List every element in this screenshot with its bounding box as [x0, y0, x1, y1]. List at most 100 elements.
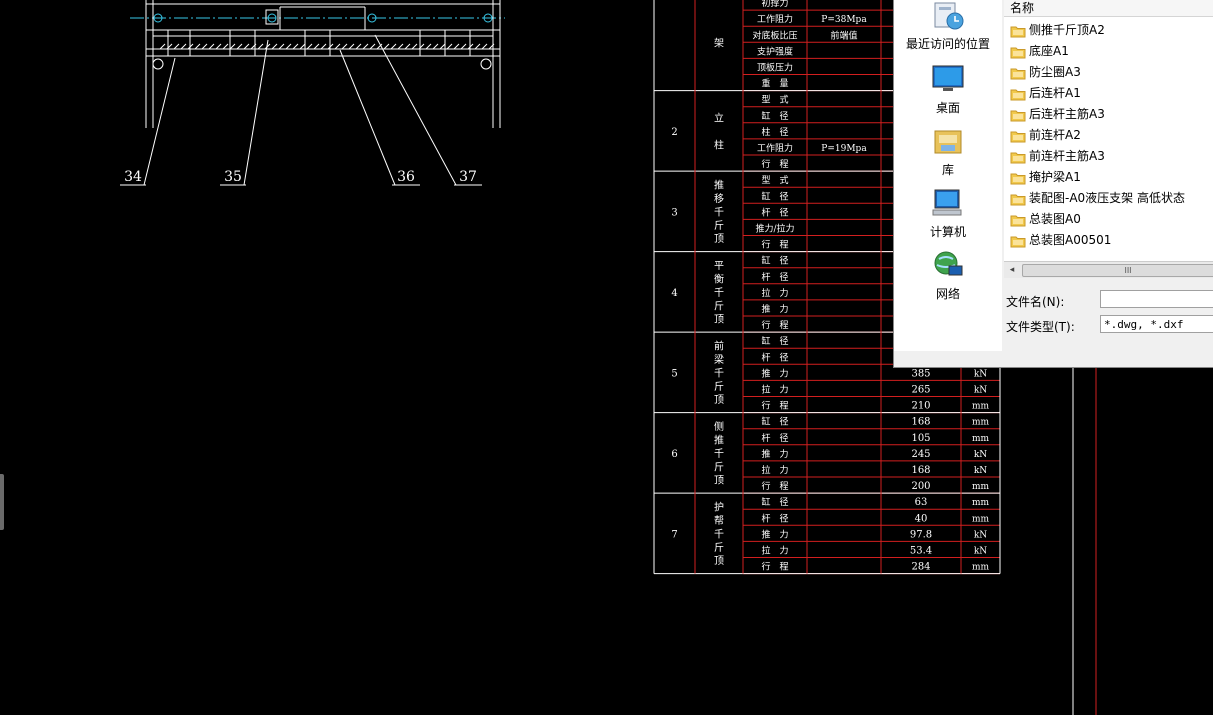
- place-network-label: 网络: [935, 287, 960, 301]
- hatch-line: [180, 43, 187, 50]
- file-item-label: 防尘圈A3: [1029, 65, 1081, 79]
- file-list[interactable]: 名称 侧推千斤顶A2 底座A1 防尘圈A3 后连杆A1 后连杆主筋A3 前连杆A2 前连杆主…: [1004, 0, 1213, 261]
- scroll-thumb[interactable]: III: [1022, 264, 1213, 277]
- place-computer-label: 计算机: [929, 225, 966, 239]
- hatch-line: [481, 43, 488, 50]
- balloon-number: 37: [459, 169, 477, 185]
- place-libraries[interactable]: 库: [894, 125, 1002, 178]
- side-panel-tab[interactable]: [0, 474, 4, 530]
- place-computer[interactable]: 计算机: [894, 187, 1002, 240]
- hatch-line: [201, 43, 208, 50]
- balloon-number: 34: [124, 169, 142, 185]
- group-label-cell: 斤: [714, 300, 724, 312]
- horizontal-scrollbar[interactable]: ◂ III: [1004, 261, 1213, 278]
- param-name-cell: 柱 径: [761, 126, 788, 138]
- file-item-label: 后连杆主筋A3: [1029, 107, 1105, 121]
- param-value-cell: 200: [911, 481, 930, 492]
- file-item[interactable]: 前连杆主筋A3: [1010, 146, 1105, 166]
- param-name-cell: 行 程: [761, 319, 788, 331]
- file-item[interactable]: 后连杆A1: [1010, 83, 1081, 103]
- group-label-cell: 衡: [714, 273, 724, 285]
- group-label-cell: 斤: [714, 461, 724, 473]
- balloon-number: 36: [397, 169, 415, 185]
- hole-circle: [152, 58, 164, 70]
- param-name-cell: 对底板比压: [752, 29, 797, 41]
- hatch-line: [285, 43, 292, 50]
- group-label-cell: 推: [714, 433, 724, 446]
- folder-icon: [1010, 236, 1026, 247]
- group-label-cell: 移: [714, 192, 724, 205]
- libraries-icon: [934, 130, 962, 154]
- group-label-cell: 前: [714, 340, 724, 353]
- param-name-cell: 缸 径: [761, 335, 788, 347]
- filetype-select[interactable]: *.dwg, *.dxf: [1100, 315, 1213, 333]
- file-item[interactable]: 底座A1: [1010, 41, 1069, 61]
- param-value-cell: 385: [911, 368, 930, 379]
- open-file-dialog: 最近访问的位置 桌面 库 计算机 网络 名称 侧推千斤顶A2 底座A1 防尘圈A…: [893, 0, 1213, 368]
- group-label-cell: 柱: [714, 138, 724, 151]
- group-label-cell: 顶: [714, 555, 724, 567]
- file-item-label: 前连杆A2: [1029, 128, 1081, 142]
- param-name-cell: 拉 力: [761, 287, 788, 299]
- hatch-line: [320, 43, 327, 50]
- hatch-line: [425, 43, 432, 50]
- hatch-line: [404, 43, 411, 50]
- group-label-cell: 帮: [714, 515, 724, 527]
- file-item-label: 总装图A0: [1029, 212, 1081, 226]
- file-item[interactable]: 装配图-A0液压支架 高低状态: [1010, 188, 1185, 208]
- file-item-label: 掩护梁A1: [1029, 170, 1081, 184]
- file-item[interactable]: 前连杆A2: [1010, 125, 1081, 145]
- file-item[interactable]: 总装图A0: [1010, 209, 1081, 229]
- hatch-line: [355, 43, 362, 50]
- param-name-cell: 杆 径: [761, 271, 788, 283]
- param-value-cell: 53.4: [910, 545, 932, 556]
- param-value-cell: 284: [911, 562, 930, 573]
- hatch-line: [446, 43, 453, 50]
- file-item[interactable]: 总装图A00501: [1010, 230, 1111, 250]
- file-item-label: 侧推千斤顶A2: [1029, 23, 1105, 37]
- hatch-line: [397, 43, 404, 50]
- hatch-line: [453, 43, 460, 50]
- param-name-cell: 拉 力: [761, 544, 788, 556]
- file-item[interactable]: 掩护梁A1: [1010, 167, 1081, 187]
- hatch-line: [292, 43, 299, 50]
- group-label-cell: 千: [714, 287, 724, 299]
- param-value-cell: 97.8: [910, 529, 932, 540]
- param-unit-cell: kN: [974, 530, 987, 540]
- scroll-left-arrow-icon[interactable]: ◂: [1006, 262, 1018, 278]
- group-label-cell: 斤: [714, 381, 724, 393]
- file-item[interactable]: 防尘圈A3: [1010, 62, 1081, 82]
- file-item[interactable]: 后连杆主筋A3: [1010, 104, 1105, 124]
- group-label-cell: 立: [714, 111, 724, 124]
- place-recent[interactable]: 最近访问的位置: [894, 0, 1002, 52]
- group-label-cell: 千: [714, 448, 724, 460]
- file-item[interactable]: 侧推千斤顶A2: [1010, 20, 1105, 40]
- computer-icon: [932, 189, 962, 216]
- hatch-line: [306, 43, 313, 50]
- group-label-cell: 千: [714, 206, 724, 218]
- hatch-line: [460, 43, 467, 50]
- filename-input[interactable]: [1100, 290, 1213, 308]
- hatch-line: [236, 43, 243, 50]
- param-name-cell: 推 力: [761, 448, 788, 460]
- param-value-cell: 210: [911, 401, 930, 412]
- hatch-line: [390, 43, 397, 50]
- group-label-cell: 斤: [714, 220, 724, 232]
- place-network[interactable]: 网络: [894, 249, 1002, 302]
- hatch-line: [271, 43, 278, 50]
- group-label-cell: 顶: [714, 475, 724, 487]
- place-desktop[interactable]: 桌面: [894, 63, 1002, 116]
- param-name-cell: 工作阻力: [757, 142, 793, 154]
- places-bar: 最近访问的位置 桌面 库 计算机 网络: [894, 0, 1002, 351]
- file-item-label: 后连杆A1: [1029, 86, 1081, 100]
- param-name-cell: 缸 径: [761, 190, 788, 202]
- column-header-name[interactable]: 名称: [1004, 0, 1213, 17]
- group-label-cell: 平: [714, 261, 724, 272]
- group-number-cell: 6: [671, 449, 677, 460]
- hatch-line: [341, 43, 348, 50]
- param-name-cell: 行 程: [761, 158, 788, 170]
- param-unit-cell: kN: [974, 546, 987, 556]
- param-name-cell: 推力/拉力: [755, 222, 794, 234]
- folder-icon: [1010, 89, 1026, 100]
- param-value-cell: 265: [911, 384, 930, 395]
